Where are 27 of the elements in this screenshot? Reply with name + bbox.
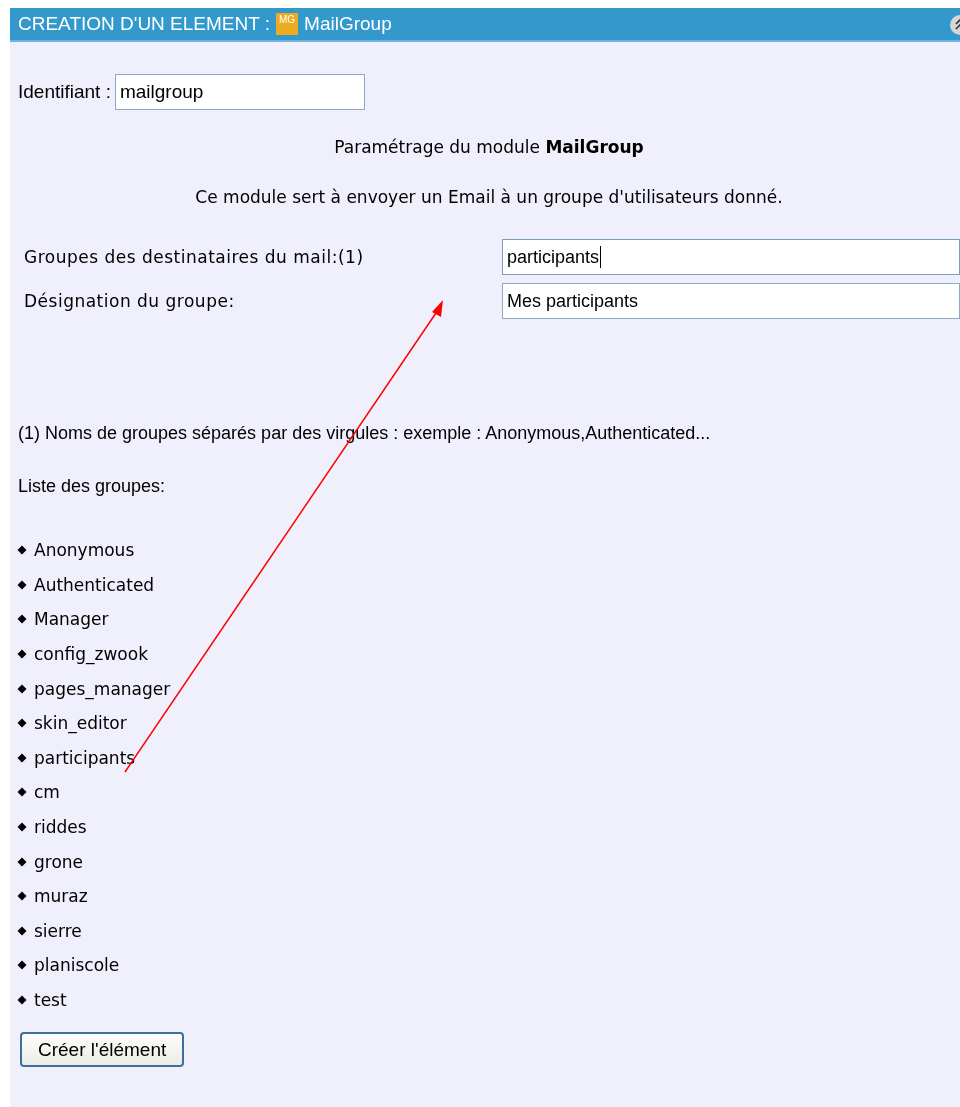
text-field[interactable]: participants bbox=[502, 239, 960, 275]
module-logo-icon: MG bbox=[276, 13, 299, 35]
group-name: riddes bbox=[34, 817, 87, 838]
field-label: Désignation du groupe: bbox=[24, 291, 236, 311]
group-name: Manager bbox=[34, 609, 109, 630]
field-label: Groupes des destinataires du mail:(1) bbox=[24, 247, 365, 267]
groups-title: Liste des groupes: bbox=[18, 476, 166, 496]
group-name: muraz bbox=[34, 886, 88, 907]
identifier-label: Identifiant : bbox=[18, 81, 111, 103]
group-name: grone bbox=[34, 851, 84, 872]
group-name: planiscole bbox=[34, 955, 120, 976]
header-title: CREATION D'UN ELEMENT : bbox=[18, 13, 271, 35]
module-heading: Paramétrage du module MailGroup bbox=[334, 137, 644, 157]
group-name: sierre bbox=[34, 920, 82, 941]
identifier-field[interactable]: mailgroup bbox=[114, 74, 365, 110]
group-name: participants bbox=[34, 747, 136, 768]
group-name: test bbox=[34, 990, 67, 1010]
group-name: config_zwook bbox=[34, 644, 148, 665]
module-name: MailGroup bbox=[304, 13, 392, 35]
text-field[interactable]: Mes participants bbox=[502, 283, 960, 319]
module-description: Ce module sert à envoyer un Email à un groupe d'utilisateurs donné. bbox=[195, 187, 783, 207]
group-name: skin_editor bbox=[34, 713, 127, 734]
group-name: cm bbox=[34, 782, 60, 803]
create-button[interactable]: Créer l'élément bbox=[20, 1032, 185, 1068]
group-name: Authenticated bbox=[34, 574, 155, 595]
group-name: Anonymous bbox=[34, 540, 135, 561]
group-name: pages_manager bbox=[34, 678, 171, 699]
